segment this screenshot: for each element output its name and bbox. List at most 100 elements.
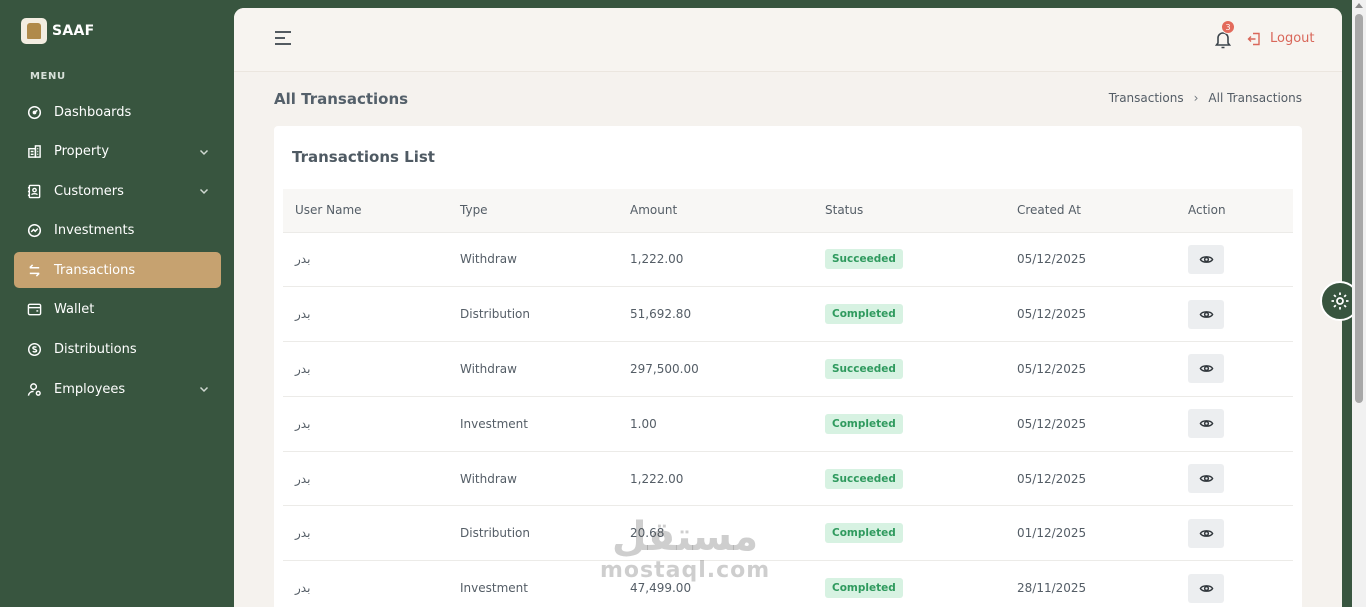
column-header-created-at: Created At: [1017, 203, 1082, 218]
cell-type: Withdraw: [460, 361, 517, 376]
cell-action: [1176, 342, 1293, 397]
cell-created-at: 05/12/2025: [1017, 361, 1087, 376]
sidebar-item-employees[interactable]: Employees: [14, 371, 221, 407]
logout-icon: [1247, 32, 1261, 46]
table-header-row: User Name Type Amount Status Created At …: [283, 189, 1293, 232]
cell-status: Completed: [813, 561, 1005, 607]
sidebar-item-label: Transactions: [54, 262, 136, 278]
gear-icon: [1331, 292, 1349, 310]
table-row: بدر Investment 1.00 Completed 05/12/2025: [283, 396, 1293, 451]
cell-type: Investment: [460, 581, 528, 596]
sidebar-item-label: Employees: [54, 381, 126, 397]
view-button[interactable]: [1188, 354, 1224, 384]
sidebar-item-property[interactable]: Property: [14, 134, 221, 170]
cell-status: Completed: [813, 396, 1005, 451]
cell-type: Distribution: [460, 307, 531, 322]
building-icon: [27, 144, 42, 159]
contact-card-icon: [27, 184, 42, 199]
column-header-amount: Amount: [630, 203, 678, 218]
cell-action: [1176, 451, 1293, 506]
view-button[interactable]: [1188, 464, 1224, 494]
status-badge: Completed: [825, 523, 903, 544]
breadcrumb-transactions[interactable]: Transactions: [1109, 91, 1184, 105]
cell-action: [1176, 561, 1293, 607]
cell-user-name: بدر: [295, 526, 311, 541]
cell-type: Withdraw: [460, 471, 517, 486]
gauge-icon: [27, 105, 42, 120]
sidebar-item-investments[interactable]: Investments: [14, 213, 221, 249]
sidebar-nav: Dashboards Property Customers Investment…: [14, 94, 221, 411]
sidebar-item-label: Customers: [54, 183, 124, 199]
cell-amount: 20.68: [630, 526, 665, 541]
sidebar: SAAF MENU Dashboards Property Customers: [0, 0, 234, 607]
sidebar-item-wallet[interactable]: Wallet: [14, 292, 221, 328]
brand-name: SAAF: [52, 23, 95, 39]
table-row: بدر Distribution 20.68 Completed 01/12/2…: [283, 505, 1293, 561]
eye-icon: [1199, 475, 1213, 482]
hamburger-menu-icon[interactable]: [274, 30, 292, 46]
arrows-swap-icon: [27, 263, 42, 278]
cell-amount: 1,222.00: [630, 252, 684, 267]
status-badge: Succeeded: [825, 358, 903, 379]
user-gear-icon: [27, 382, 42, 397]
scroll-up-arrow-icon[interactable]: [1355, 3, 1363, 8]
sidebar-item-distributions[interactable]: Distributions: [14, 332, 221, 368]
cell-amount: 1,222.00: [630, 471, 684, 486]
notification-badge: 3: [1221, 20, 1235, 34]
logout-button[interactable]: Logout: [1247, 31, 1315, 46]
menu-section-title: MENU: [30, 71, 66, 82]
cell-user-name: بدر: [295, 581, 311, 596]
column-header-action: Action: [1188, 203, 1226, 218]
column-header-type: Type: [460, 203, 488, 218]
sidebar-item-transactions[interactable]: Transactions: [14, 252, 221, 289]
chart-circle-icon: [27, 223, 42, 238]
cell-status: Succeeded: [813, 232, 1005, 287]
sidebar-item-label: Distributions: [54, 342, 137, 358]
cell-amount: 47,499.00: [630, 581, 692, 596]
cell-created-at: 05/12/2025: [1017, 252, 1087, 267]
cell-created-at: 05/12/2025: [1017, 416, 1087, 431]
cell-user-name: بدر: [295, 471, 311, 486]
cell-user-name: بدر: [295, 252, 311, 267]
main-content: 3 Logout All Transactions Transactions ›…: [234, 8, 1342, 607]
table-row: بدر Withdraw 1,222.00 Succeeded 05/12/20…: [283, 232, 1293, 287]
table-row: بدر Investment 47,499.00 Completed 28/11…: [283, 560, 1293, 607]
status-badge: Completed: [825, 413, 903, 434]
view-button[interactable]: [1188, 409, 1224, 439]
brand[interactable]: SAAF: [21, 18, 95, 44]
column-header-status: Status: [825, 203, 864, 218]
sidebar-item-customers[interactable]: Customers: [14, 173, 221, 209]
view-button[interactable]: [1188, 244, 1224, 274]
view-button[interactable]: [1188, 518, 1224, 548]
scrollbar-thumb[interactable]: [1355, 14, 1363, 403]
transactions-card: Transactions List User Name Type Amount …: [274, 126, 1302, 607]
chevron-right-icon: ›: [1193, 91, 1199, 105]
view-button[interactable]: [1188, 573, 1224, 603]
cell-user-name: بدر: [295, 307, 311, 322]
sidebar-item-label: Property: [54, 144, 110, 160]
eye-icon: [1199, 530, 1213, 537]
logout-label: Logout: [1270, 31, 1315, 46]
chevron-down-icon: [198, 146, 210, 158]
page-scrollbar[interactable]: [1352, 0, 1366, 607]
sidebar-item-label: Wallet: [54, 302, 95, 318]
cell-status: Succeeded: [813, 342, 1005, 397]
card-title: Transactions List: [292, 148, 435, 166]
eye-icon: [1199, 420, 1213, 428]
chevron-down-icon: [198, 383, 210, 395]
topbar: 3 Logout: [234, 8, 1342, 72]
column-header-user-name: User Name: [295, 203, 362, 218]
view-button[interactable]: [1188, 299, 1224, 329]
table-row: بدر Withdraw 1,222.00 Succeeded 05/12/20…: [283, 451, 1293, 506]
currency-circle-icon: [27, 342, 42, 357]
cell-amount: 51,692.80: [630, 307, 692, 322]
chevron-down-icon: [198, 185, 210, 197]
cell-status: Succeeded: [813, 451, 1005, 506]
sidebar-item-dashboards[interactable]: Dashboards: [14, 94, 221, 130]
page-header: All Transactions Transactions › All Tran…: [234, 72, 1342, 126]
cell-created-at: 01/12/2025: [1017, 526, 1087, 541]
cell-created-at: 28/11/2025: [1017, 581, 1087, 596]
eye-icon: [1199, 365, 1213, 373]
cell-action: [1176, 396, 1293, 451]
wallet-icon: [27, 302, 42, 317]
